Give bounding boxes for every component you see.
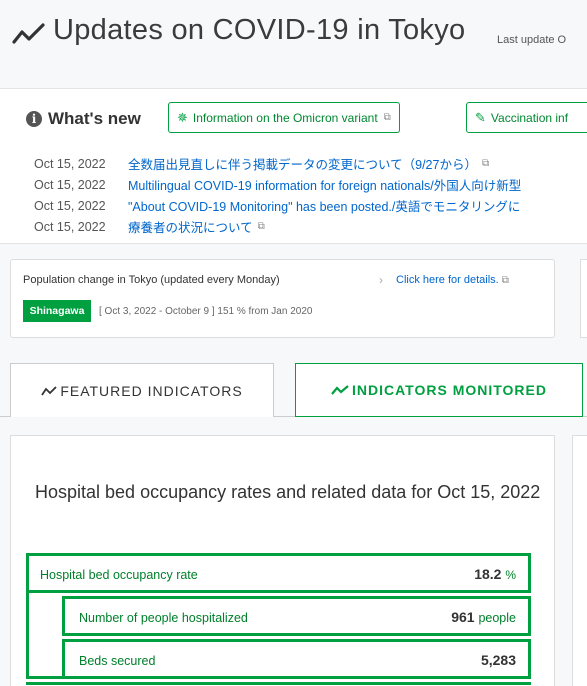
card-title: Hospital bed occupancy rates and related…: [35, 482, 541, 502]
tree-connector: [26, 593, 62, 679]
page-header: Updates on COVID-19 in Tokyo Last update…: [0, 0, 587, 80]
tab-featured-label: FEATURED INDICATORS: [60, 382, 243, 399]
tab-monitored-label: INDICATORS MONITORED: [351, 382, 547, 398]
whats-new-heading: i What's new: [26, 109, 141, 129]
omicron-info-button[interactable]: ✵ Information on the Omicron variant ⧉: [168, 102, 400, 133]
occupancy-rate-number: 18.2: [474, 566, 502, 582]
external-link-icon: ⧉: [383, 112, 391, 123]
hospitalized-value: 961 people: [451, 609, 516, 625]
news-date: Oct 15, 2022: [34, 219, 106, 234]
occupancy-rate-unit: %: [505, 568, 516, 582]
whats-new-panel: i What's new ✵ Information on the Omicro…: [0, 88, 587, 244]
vaccination-info-button[interactable]: ✎ Vaccination inf: [466, 102, 587, 133]
occupancy-rate-box: Hospital bed occupancy rate 18.2 %: [26, 553, 531, 593]
population-range: [ Oct 3, 2022 - October 9 ] 151 % from J…: [99, 306, 313, 317]
news-date: Oct 15, 2022: [34, 198, 106, 213]
news-item[interactable]: Oct 15, 2022 療養者の状況について ⧉: [34, 216, 521, 237]
trend-line-icon: [331, 384, 349, 396]
hospitalized-label: Number of people hospitalized: [79, 611, 248, 625]
syringe-icon: ✎: [475, 109, 486, 125]
vaccination-info-label: Vaccination inf: [490, 110, 569, 125]
news-link[interactable]: Multilingual COVID-19 information for fo…: [128, 175, 521, 194]
hospitalized-unit: people: [478, 611, 516, 625]
news-link[interactable]: 全数届出見直しに伴う掲載データの変更について（9/27から）: [128, 154, 477, 173]
next-box-edge: [26, 682, 531, 686]
virus-icon: ✵: [177, 109, 188, 125]
population-details-label: Click here for details.: [396, 274, 499, 286]
chevron-right-icon: ›: [379, 273, 383, 287]
external-link-icon: ⧉: [481, 158, 490, 169]
news-link[interactable]: "About COVID-19 Monitoring" has been pos…: [128, 196, 520, 215]
side-card: [572, 435, 587, 686]
news-item[interactable]: Oct 15, 2022 "About COVID-19 Monitoring"…: [34, 195, 521, 216]
occupancy-rate-label: Hospital bed occupancy rate: [40, 568, 198, 582]
news-list: Oct 15, 2022 全数届出見直しに伴う掲載データの変更について（9/27…: [34, 153, 521, 237]
news-date: Oct 15, 2022: [34, 177, 106, 192]
population-details-link[interactable]: Click here for details. ⧉: [396, 274, 509, 286]
trend-line-icon: [12, 23, 45, 44]
hospitalized-number: 961: [451, 609, 475, 625]
beds-secured-box: Beds secured 5,283: [62, 639, 531, 679]
info-icon: i: [26, 111, 42, 127]
population-title: Population change in Tokyo (updated ever…: [23, 274, 280, 286]
whats-new-title: What's new: [48, 109, 141, 128]
occupancy-rate-value: 18.2 %: [474, 566, 516, 582]
news-item[interactable]: Oct 15, 2022 Multilingual COVID-19 infor…: [34, 174, 521, 195]
population-card: Population change in Tokyo (updated ever…: [10, 259, 555, 338]
tab-featured-indicators[interactable]: FEATURED INDICATORS: [10, 363, 274, 417]
tab-indicators-monitored[interactable]: INDICATORS MONITORED: [295, 363, 583, 417]
external-link-icon: ⧉: [257, 221, 265, 232]
hospitalized-box: Number of people hospitalized 961 people: [62, 596, 531, 636]
beds-secured-label: Beds secured: [79, 654, 156, 668]
ward-badge: Shinagawa: [23, 300, 91, 322]
last-update: Last update O: [497, 34, 567, 46]
side-card: [580, 259, 587, 338]
omicron-info-label: Information on the Omicron variant: [192, 110, 378, 125]
external-link-icon: ⧉: [501, 275, 509, 286]
news-link[interactable]: 療養者の状況について: [128, 217, 253, 236]
page-title: Updates on COVID-19 in Tokyo: [53, 14, 466, 46]
news-date: Oct 15, 2022: [34, 156, 106, 171]
news-item[interactable]: Oct 15, 2022 全数届出見直しに伴う掲載データの変更について（9/27…: [34, 153, 521, 174]
beds-secured-value: 5,283: [480, 652, 516, 668]
trend-line-icon: [41, 385, 57, 397]
